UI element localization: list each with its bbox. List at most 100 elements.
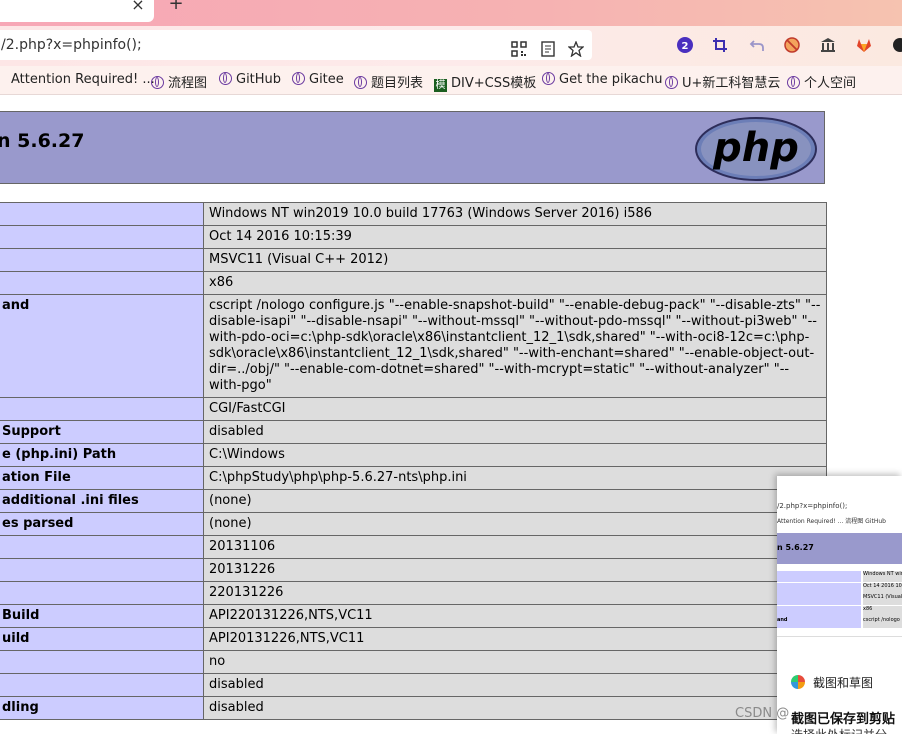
gitlab-icon[interactable]	[856, 37, 872, 53]
bookmark-flowchart[interactable]: 流程图	[151, 72, 207, 91]
url-text[interactable]: /2.php?x=phpinfo();	[1, 37, 142, 53]
thumbnail-row: MSVC11 (Visual	[777, 594, 902, 605]
institution-icon[interactable]	[820, 37, 836, 53]
php-version-title: n 5.6.27	[0, 130, 85, 152]
bookmark-personal-space[interactable]: 个人空间	[787, 72, 856, 91]
phpinfo-key	[0, 535, 204, 559]
thumbnail-row-value: MSVC11 (Visual	[863, 594, 902, 605]
phpinfo-value: disabled	[203, 696, 827, 720]
bookmark-label: GitHub	[236, 72, 282, 87]
phpinfo-key: ation File	[0, 466, 204, 490]
phpinfo-key	[0, 558, 204, 582]
globe-icon	[354, 76, 367, 89]
phpinfo-row: Support disabled	[0, 420, 827, 444]
phpinfo-row: 20131106	[0, 535, 827, 559]
phpinfo-key	[0, 225, 204, 249]
phpinfo-key: uild	[0, 627, 204, 651]
phpinfo-row: Oct 14 2016 10:15:39	[0, 225, 827, 249]
thumbnail-row: x86	[777, 605, 902, 617]
tab-strip: × +	[0, 0, 902, 26]
phpinfo-row: e (php.ini) Path C:\Windows	[0, 443, 827, 467]
bookmark-problem-list[interactable]: 题目列表	[354, 72, 423, 91]
thumbnail-url: /2.php?x=phpinfo();	[777, 502, 848, 510]
php-logo[interactable]: php	[694, 116, 818, 182]
snip-saved-message: 截图已保存到剪贴	[791, 712, 896, 727]
csdn-watermark: CSDN @	[735, 706, 790, 721]
bookmark-label: U+新工科智慧云	[682, 76, 781, 91]
php-logo-text: php	[712, 125, 799, 171]
bookmarks-bar: Attention Required! ... 流程图 GitHub Gitee…	[0, 66, 902, 95]
phpinfo-key: Build	[0, 604, 204, 628]
bookmark-u-plus[interactable]: U+新工科智慧云	[665, 72, 780, 91]
phpinfo-value: API220131226,NTS,VC11	[203, 604, 827, 628]
phpinfo-value: 20131106	[203, 535, 827, 559]
address-bar[interactable]: /2.php?x=phpinfo();	[0, 30, 592, 60]
globe-icon	[292, 72, 305, 85]
template-icon: 模	[434, 79, 447, 92]
thumbnail-row-key	[777, 605, 861, 617]
phpinfo-row: uild API20131226,NTS,VC11	[0, 627, 827, 651]
phpinfo-value: Windows NT win2019 10.0 build 17763 (Win…	[203, 202, 827, 226]
phpinfo-row: MSVC11 (Visual C++ 2012)	[0, 248, 827, 272]
phpinfo-row: ation File C:\phpStudy\php\php-5.6.27-nts…	[0, 466, 827, 490]
snip-notification[interactable]: /2.php?x=phpinfo(); Attention Required! …	[777, 476, 902, 734]
thumbnail-row-value: cscript /nologo	[863, 617, 902, 628]
globe-icon	[787, 76, 800, 89]
thumbnail-row: Oct 14 2016 10:1	[777, 582, 902, 594]
bookmark-gitee[interactable]: Gitee	[292, 72, 344, 87]
phpinfo-value: C:\Windows	[203, 443, 827, 467]
phpinfo-value: Oct 14 2016 10:15:39	[203, 225, 827, 249]
bookmark-label: Get the pikachu	[559, 72, 663, 87]
snip-app-name: 截图和草图	[813, 676, 874, 690]
reader-view-icon[interactable]	[540, 41, 556, 57]
phpinfo-key	[0, 650, 204, 674]
bookmark-label: DIV+CSS模板	[451, 76, 537, 91]
globe-icon	[151, 76, 164, 89]
phpinfo-key	[0, 397, 204, 421]
phpinfo-row: dling disabled	[0, 696, 827, 720]
thumbnail-row-key	[777, 594, 861, 605]
phpinfo-value: disabled	[203, 420, 827, 444]
thumbnail-row-value: Oct 14 2016 10:1	[863, 582, 902, 594]
phpinfo-row: 20131226	[0, 558, 827, 582]
crop-icon[interactable]	[712, 37, 728, 53]
phpinfo-key: Support	[0, 420, 204, 444]
phpinfo-row: CGI/FastCGI	[0, 397, 827, 421]
bookmark-label: Gitee	[309, 72, 344, 87]
thumbnail-php-header: n 5.6.27	[777, 533, 902, 564]
qr-code-icon[interactable]	[511, 41, 527, 57]
extension-badge-icon[interactable]: 2	[676, 36, 694, 54]
bookmark-label: 流程图	[168, 76, 208, 91]
globe-icon	[665, 76, 678, 89]
thumbnail-row: Windows NT win	[777, 571, 902, 582]
bookmark-div-css-template[interactable]: 模 DIV+CSS模板	[434, 72, 536, 92]
phpinfo-value: no	[203, 650, 827, 674]
screenshot-thumbnail[interactable]: /2.php?x=phpinfo(); Attention Required! …	[777, 476, 902, 637]
close-tab-icon[interactable]: ×	[130, 0, 146, 13]
phpinfo-key	[0, 248, 204, 272]
bookmark-github[interactable]: GitHub	[219, 72, 281, 87]
phpinfo-table: Windows NT win2019 10.0 build 17763 (Win…	[0, 202, 827, 720]
phpinfo-row: no	[0, 650, 827, 674]
profile-icon[interactable]	[892, 37, 902, 53]
phpinfo-value: MSVC11 (Visual C++ 2012)	[203, 248, 827, 272]
phpinfo-value: CGI/FastCGI	[203, 397, 827, 421]
phpinfo-key	[0, 202, 204, 226]
phpinfo-key	[0, 673, 204, 697]
phpinfo-value: x86	[203, 271, 827, 295]
thumbnail-row-value: x86	[863, 605, 902, 617]
new-tab-icon[interactable]: +	[168, 0, 184, 13]
bookmark-pikachu[interactable]: Get the pikachu	[542, 72, 663, 87]
globe-icon	[219, 72, 232, 85]
undo-icon[interactable]	[749, 37, 765, 53]
phpinfo-value: cscript /nologo configure.js "--enable-s…	[203, 294, 827, 398]
bookmark-attention-required[interactable]: Attention Required! ...	[11, 72, 155, 87]
snip-sketch-icon	[791, 675, 805, 689]
active-tab[interactable]: ×	[0, 0, 154, 22]
phpinfo-key	[0, 581, 204, 605]
thumbnail-row-key	[777, 582, 861, 594]
bookmark-star-icon[interactable]	[567, 40, 585, 58]
blocked-icon[interactable]	[784, 37, 800, 53]
extension-badge-count: 2	[682, 41, 689, 52]
thumbnail-row-key: and	[777, 617, 861, 628]
